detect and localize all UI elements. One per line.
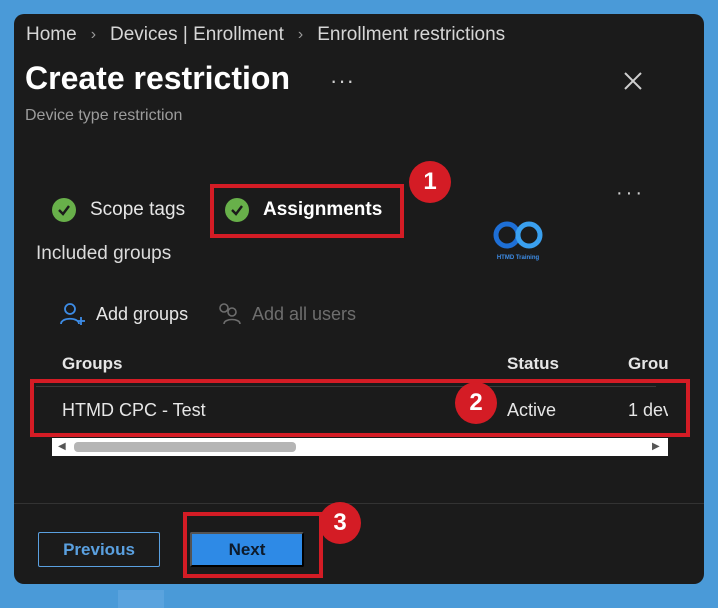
steps-more-icon[interactable]: ··· [616,182,645,205]
add-groups-label: Add groups [96,303,189,324]
breadcrumb-enrollment-restrictions[interactable]: Enrollment restrictions [317,24,505,46]
footer-divider [14,503,704,504]
scroll-left-icon[interactable]: ◀ [58,441,66,452]
breadcrumb-home[interactable]: Home [26,24,77,46]
column-header-group-members[interactable]: Grou [628,354,669,374]
add-user-icon [60,303,85,325]
background-strip [118,590,164,608]
add-all-users-label: Add all users [252,303,357,324]
htmd-logo: HTMD Training [488,220,548,280]
annotation-badge-3: 3 [319,502,361,544]
chevron-right-icon: › [297,26,304,43]
previous-button[interactable]: Previous [38,532,160,567]
checkmark-icon [52,198,76,222]
annotation-box-3 [183,512,323,578]
blade-panel [14,14,704,584]
included-groups-label: Included groups [36,243,172,264]
step-label: Scope tags [90,199,186,220]
scroll-right-icon[interactable]: ▶ [652,441,660,452]
close-icon[interactable] [620,68,646,94]
annotation-badge-1: 1 [409,161,451,203]
column-header-groups[interactable]: Groups [62,354,122,374]
breadcrumb-devices-enrollment[interactable]: Devices | Enrollment [110,24,284,46]
column-header-status[interactable]: Status [507,354,559,374]
more-options-icon[interactable]: ··· [330,68,355,94]
add-all-users-button[interactable]: Add all users [216,302,356,326]
chevron-right-icon: › [90,26,97,43]
logo-text: HTMD Training [496,255,540,261]
htmd-logo-mark [493,221,543,249]
add-groups-button[interactable]: Add groups [60,302,188,326]
users-icon [219,303,241,325]
annotation-box-1 [210,184,404,238]
page-title: Create restriction [25,60,290,96]
page-subtitle: Device type restriction [25,107,183,124]
scrollbar-thumb[interactable] [74,442,296,452]
annotation-box-2 [30,379,690,437]
breadcrumb: Home › Devices | Enrollment › Enrollment… [26,24,505,46]
annotation-badge-2: 2 [455,382,497,424]
step-scope-tags[interactable]: Scope tags [52,198,185,222]
